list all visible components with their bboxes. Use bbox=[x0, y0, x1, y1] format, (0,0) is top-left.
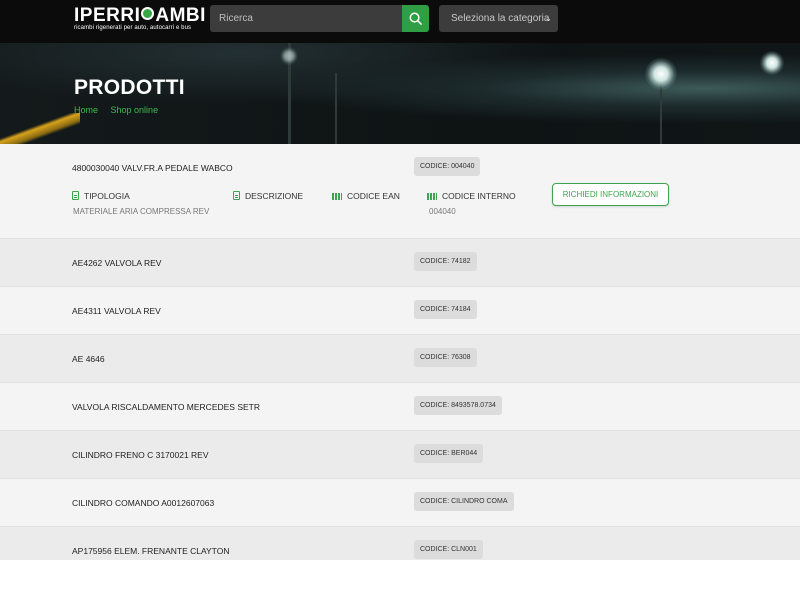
product-name[interactable]: CILINDRO FRENO C 3170021 REV bbox=[72, 450, 209, 460]
product-row[interactable]: 4800030040 VALV.FR.A PEDALE WABCO CODICE… bbox=[0, 144, 800, 239]
breadcrumb-home[interactable]: Home bbox=[74, 105, 98, 115]
breadcrumb-shop-online[interactable]: Shop online bbox=[111, 105, 159, 115]
product-code-badge: CODICE: CILINDRO COMA bbox=[414, 492, 514, 511]
hero-banner: PRODOTTI Home Shop online bbox=[0, 43, 800, 144]
product-row[interactable]: AE4262 VALVOLA REV CODICE: 74182 bbox=[0, 239, 800, 287]
hero-street-lamp bbox=[645, 58, 677, 90]
detail-tipologia: TIPOLOGIA bbox=[72, 191, 130, 201]
hero-street-lamp bbox=[760, 51, 784, 75]
hero-street-pole bbox=[335, 73, 337, 144]
document-icon bbox=[72, 191, 79, 200]
barcode-icon bbox=[427, 193, 437, 200]
detail-tipologia-value: MATERIALE ARIA COMPRESSA REV bbox=[73, 207, 210, 216]
detail-descrizione-label: DESCRIZIONE bbox=[245, 191, 304, 201]
product-row[interactable]: AE 4646 CODICE: 76308 bbox=[0, 335, 800, 383]
product-row[interactable]: AE4311 VALVOLA REV CODICE: 74184 bbox=[0, 287, 800, 335]
product-row[interactable]: CILINDRO FRENO C 3170021 REV CODICE: BER… bbox=[0, 431, 800, 479]
product-code-badge: CODICE: BER044 bbox=[414, 444, 484, 463]
hero-street-lamp bbox=[280, 47, 298, 65]
product-code-badge: CODICE: 004040 bbox=[414, 157, 481, 176]
brand-logo[interactable]: IPERRI AMBI ricambi rigenerati per auto, … bbox=[74, 5, 206, 36]
logo-tagline: ricambi rigenerati per auto, autocarri e… bbox=[74, 25, 192, 31]
hero-road-light bbox=[0, 113, 80, 144]
product-code-badge: CODICE: 8493578.0734 bbox=[414, 396, 502, 415]
barcode-icon bbox=[332, 193, 342, 200]
product-code-badge: CODICE: 74182 bbox=[414, 252, 477, 271]
request-info-button[interactable]: RICHIEDI INFORMAZIONI bbox=[552, 183, 669, 206]
logo-wordmark: IPERRI AMBI bbox=[74, 5, 206, 26]
detail-codice-interno-value: 004040 bbox=[429, 207, 456, 216]
product-name[interactable]: CILINDRO COMANDO A0012607063 bbox=[72, 498, 214, 508]
product-row[interactable]: CILINDRO COMANDO A0012607063 CODICE: CIL… bbox=[0, 479, 800, 527]
product-name[interactable]: AE 4646 bbox=[72, 354, 105, 364]
product-row[interactable]: VALVOLA RISCALDAMENTO MERCEDES SETR CODI… bbox=[0, 383, 800, 431]
search-icon bbox=[409, 12, 422, 25]
detail-codice-ean: CODICE EAN bbox=[332, 191, 400, 201]
breadcrumb: Home Shop online bbox=[74, 105, 168, 115]
category-select-value: Seleziona la categoria bbox=[451, 13, 550, 24]
detail-codice-interno-label: CODICE INTERNO bbox=[442, 191, 516, 201]
product-name[interactable]: AE4311 VALVOLA REV bbox=[72, 306, 161, 316]
document-icon bbox=[233, 191, 240, 200]
search-button[interactable] bbox=[402, 5, 429, 32]
top-header: IPERRI AMBI ricambi rigenerati per auto, … bbox=[0, 0, 800, 43]
product-name[interactable]: 4800030040 VALV.FR.A PEDALE WABCO bbox=[72, 163, 233, 173]
chevron-down-icon: ⌄ bbox=[544, 13, 552, 23]
product-name[interactable]: VALVOLA RISCALDAMENTO MERCEDES SETR bbox=[72, 402, 260, 412]
product-code-badge: CODICE: CLN001 bbox=[414, 540, 483, 559]
detail-descrizione: DESCRIZIONE bbox=[233, 191, 303, 201]
product-row[interactable]: AP175956 ELEM. FRENANTE CLAYTON CODICE: … bbox=[0, 527, 800, 560]
product-name[interactable]: AE4262 VALVOLA REV bbox=[72, 258, 161, 268]
product-list: 4800030040 VALV.FR.A PEDALE WABCO CODICE… bbox=[0, 144, 800, 560]
product-name[interactable]: AP175956 ELEM. FRENANTE CLAYTON bbox=[72, 546, 229, 556]
page-title: PRODOTTI bbox=[74, 76, 185, 99]
detail-codice-ean-label: CODICE EAN bbox=[347, 191, 400, 201]
search-input[interactable] bbox=[210, 5, 402, 32]
detail-tipologia-label: TIPOLOGIA bbox=[84, 191, 130, 201]
gear-icon bbox=[141, 7, 155, 20]
detail-codice-interno: CODICE INTERNO bbox=[427, 191, 516, 201]
product-code-badge: CODICE: 76308 bbox=[414, 348, 477, 367]
product-code-badge: CODICE: 74184 bbox=[414, 300, 477, 319]
category-select[interactable]: Seleziona la categoria ⌄ bbox=[439, 5, 558, 32]
